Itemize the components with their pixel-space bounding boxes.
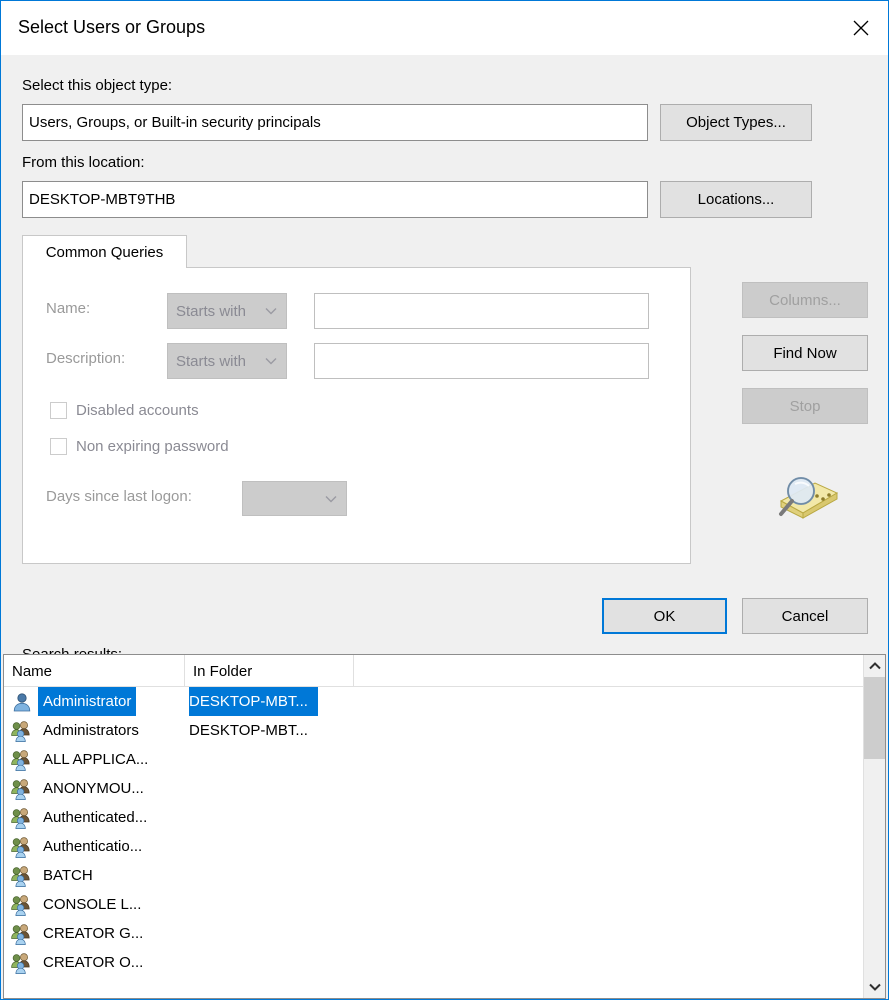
table-row[interactable]: CREATOR G... (4, 919, 885, 948)
chevron-up-icon[interactable] (864, 655, 885, 677)
location-field[interactable]: DESKTOP-MBT9THB (22, 181, 648, 218)
cell-in-folder: DESKTOP-MBT... (189, 722, 308, 739)
chevron-down-icon[interactable] (864, 976, 885, 998)
table-row[interactable]: CREATOR O... (4, 948, 885, 977)
user-group-icon (11, 836, 33, 858)
checkbox-label: Non expiring password (76, 438, 229, 455)
list-rows: Administrator DESKTOP-MBT... Administrator… (4, 687, 885, 998)
search-results-list[interactable]: Name In Folder Administrator DESKTOP-MBT.… (3, 654, 886, 999)
description-input[interactable] (314, 343, 649, 379)
column-divider[interactable] (353, 655, 354, 687)
cell-name: ALL APPLICA... (43, 751, 149, 768)
magnifier-over-card-icon (767, 471, 843, 525)
cell-name: CREATOR G... (43, 925, 144, 942)
select-users-or-groups-dialog: Select Users or Groups Select this objec… (0, 0, 889, 1000)
user-group-icon (11, 952, 33, 974)
ok-button[interactable]: OK (602, 598, 727, 634)
name-input[interactable] (314, 293, 649, 329)
locations-button[interactable]: Locations... (660, 181, 812, 218)
cancel-button[interactable]: Cancel (742, 598, 868, 634)
user-group-icon (11, 749, 33, 771)
tab-common-queries[interactable]: Common Queries (22, 235, 187, 268)
cell-name: CONSOLE L... (43, 896, 142, 913)
checkbox-box (50, 438, 67, 455)
cell-name: Administrators (43, 722, 139, 739)
description-operator-select[interactable]: Starts with (167, 343, 287, 379)
list-header: Name In Folder (4, 655, 885, 687)
cell-name: Administrator (38, 687, 137, 716)
table-row[interactable]: Authenticated... (4, 803, 885, 832)
table-row[interactable]: Administrators DESKTOP-MBT... (4, 716, 885, 745)
table-row[interactable]: Authenticatio... (4, 832, 885, 861)
name-operator-value: Starts with (176, 302, 247, 320)
page-title: Select Users or Groups (18, 17, 206, 37)
checkbox-box (50, 402, 67, 419)
days-since-last-logon-label: Days since last logon: (46, 488, 192, 505)
find-now-button[interactable]: Find Now (742, 335, 868, 371)
user-group-icon (11, 894, 33, 916)
cell-name: Authenticated... (43, 809, 148, 826)
user-group-icon (11, 720, 33, 742)
description-operator-value: Starts with (176, 352, 247, 370)
columns-button[interactable]: Columns... (742, 282, 868, 318)
table-row[interactable]: ALL APPLICA... (4, 745, 885, 774)
object-types-button[interactable]: Object Types... (660, 104, 812, 141)
checkbox-non-expiring-password[interactable]: Non expiring password (50, 438, 229, 455)
table-row[interactable]: ANONYMOU... (4, 774, 885, 803)
column-header-in-folder[interactable]: In Folder (185, 655, 353, 687)
checkbox-disabled-accounts[interactable]: Disabled accounts (50, 402, 199, 419)
location-label: From this location: (22, 154, 145, 171)
title-bar: Select Users or Groups (1, 1, 888, 55)
days-since-last-logon-select[interactable] (242, 481, 347, 516)
cell-name: BATCH (43, 867, 93, 884)
cell-in-folder: DESKTOP-MBT... (189, 687, 318, 716)
chevron-down-icon (265, 353, 277, 370)
chevron-down-icon (325, 490, 337, 507)
column-header-name[interactable]: Name (4, 655, 184, 687)
cell-name: ANONYMOU... (43, 780, 144, 797)
name-operator-select[interactable]: Starts with (167, 293, 287, 329)
user-group-icon (11, 923, 33, 945)
name-label: Name: (46, 300, 91, 317)
table-row[interactable]: Administrator DESKTOP-MBT... (4, 687, 885, 716)
user-group-icon (11, 778, 33, 800)
cell-name: Authenticatio... (43, 838, 143, 855)
cell-name: CREATOR O... (43, 954, 144, 971)
description-label: Description: (46, 350, 126, 367)
stop-button[interactable]: Stop (742, 388, 868, 424)
object-type-label: Select this object type: (22, 77, 173, 94)
user-group-icon (11, 865, 33, 887)
table-row[interactable]: CONSOLE L... (4, 890, 885, 919)
single-user-icon (11, 691, 33, 713)
user-group-icon (11, 807, 33, 829)
tab-panel-seam (23, 266, 186, 269)
list-vertical-scrollbar[interactable] (863, 655, 885, 998)
chevron-down-icon (265, 303, 277, 320)
table-row[interactable]: BATCH (4, 861, 885, 890)
object-type-field[interactable]: Users, Groups, or Built-in security prin… (22, 104, 648, 141)
checkbox-label: Disabled accounts (76, 402, 199, 419)
close-icon[interactable] (834, 1, 888, 55)
scrollbar-thumb[interactable] (864, 677, 885, 759)
